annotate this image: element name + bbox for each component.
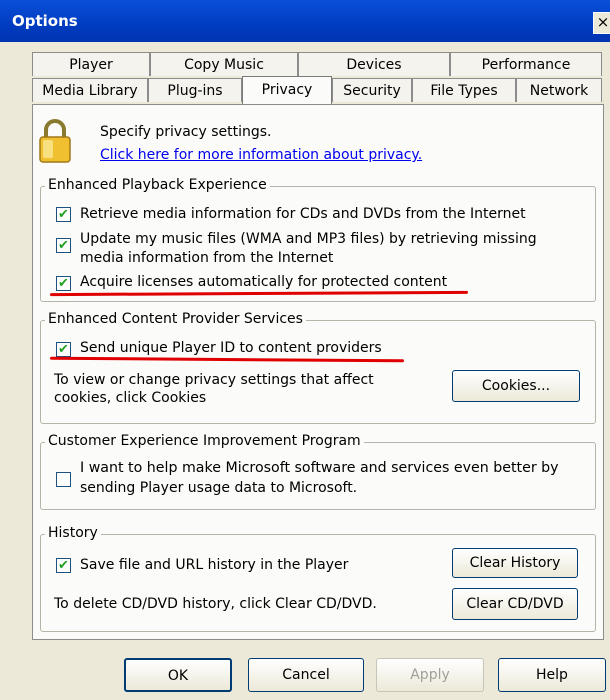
save-history-label: Save file and URL history in the Player bbox=[80, 557, 349, 573]
ceip-label-line1: I want to help make Microsoft software a… bbox=[80, 460, 559, 476]
tab-network[interactable]: Network bbox=[516, 78, 602, 102]
cancel-button[interactable]: Cancel bbox=[248, 658, 364, 692]
privacy-header-text: Specify privacy settings. bbox=[100, 124, 272, 140]
tab-player[interactable]: Player bbox=[32, 52, 150, 76]
tab-security[interactable]: Security bbox=[332, 78, 412, 102]
acquire-licenses-label: Acquire licenses automatically for prote… bbox=[80, 274, 448, 290]
tab-privacy[interactable]: Privacy bbox=[242, 76, 332, 104]
update-music-files-label-line1: Update my music files (WMA and MP3 files… bbox=[80, 231, 537, 247]
tab-performance[interactable]: Performance bbox=[450, 52, 602, 76]
retrieve-media-info-checkbox[interactable]: ✔ bbox=[56, 207, 71, 222]
clear-history-button[interactable]: Clear History bbox=[452, 548, 578, 578]
history-legend: History bbox=[45, 525, 101, 541]
send-player-id-checkbox[interactable]: ✔ bbox=[56, 342, 71, 357]
cookies-description-line2: cookies, click Cookies bbox=[54, 390, 207, 406]
retrieve-media-info-label: Retrieve media information for CDs and D… bbox=[80, 206, 526, 222]
cookies-description-line1: To view or change privacy settings that … bbox=[54, 372, 374, 388]
help-button[interactable]: Help bbox=[498, 658, 606, 692]
cookies-button[interactable]: Cookies... bbox=[452, 370, 580, 402]
playback-legend: Enhanced Playback Experience bbox=[45, 177, 270, 193]
apply-button[interactable]: Apply bbox=[376, 658, 484, 692]
save-history-checkbox[interactable]: ✔ bbox=[56, 558, 71, 573]
title-bar: Options bbox=[0, 0, 610, 42]
ceip-checkbox[interactable] bbox=[56, 472, 71, 487]
close-button[interactable]: × bbox=[593, 12, 610, 34]
clear-cd-dvd-button[interactable]: Clear CD/DVD bbox=[452, 588, 578, 620]
ceip-legend: Customer Experience Improvement Program bbox=[45, 433, 364, 449]
ok-button[interactable]: OK bbox=[124, 658, 232, 692]
acquire-licenses-checkbox[interactable]: ✔ bbox=[56, 276, 71, 291]
tab-plug-ins[interactable]: Plug-ins bbox=[148, 78, 242, 102]
provider-legend: Enhanced Content Provider Services bbox=[45, 311, 306, 327]
lock-icon bbox=[39, 119, 71, 163]
ceip-group: Customer Experience Improvement Program bbox=[40, 433, 596, 510]
ceip-label-line2: sending Player usage data to Microsoft. bbox=[80, 480, 358, 496]
window-title: Options bbox=[12, 12, 78, 30]
tab-file-types[interactable]: File Types bbox=[412, 78, 516, 102]
clear-cd-description: To delete CD/DVD history, click Clear CD… bbox=[54, 596, 377, 612]
tab-copy-music[interactable]: Copy Music bbox=[150, 52, 298, 76]
privacy-info-link[interactable]: Click here for more information about pr… bbox=[100, 147, 422, 163]
update-music-files-checkbox[interactable]: ✔ bbox=[56, 238, 71, 253]
update-music-files-label-line2: media information from the Internet bbox=[80, 250, 334, 266]
tab-media-library[interactable]: Media Library bbox=[32, 78, 148, 102]
send-player-id-label: Send unique Player ID to content provide… bbox=[80, 340, 382, 356]
tab-devices[interactable]: Devices bbox=[298, 52, 450, 76]
